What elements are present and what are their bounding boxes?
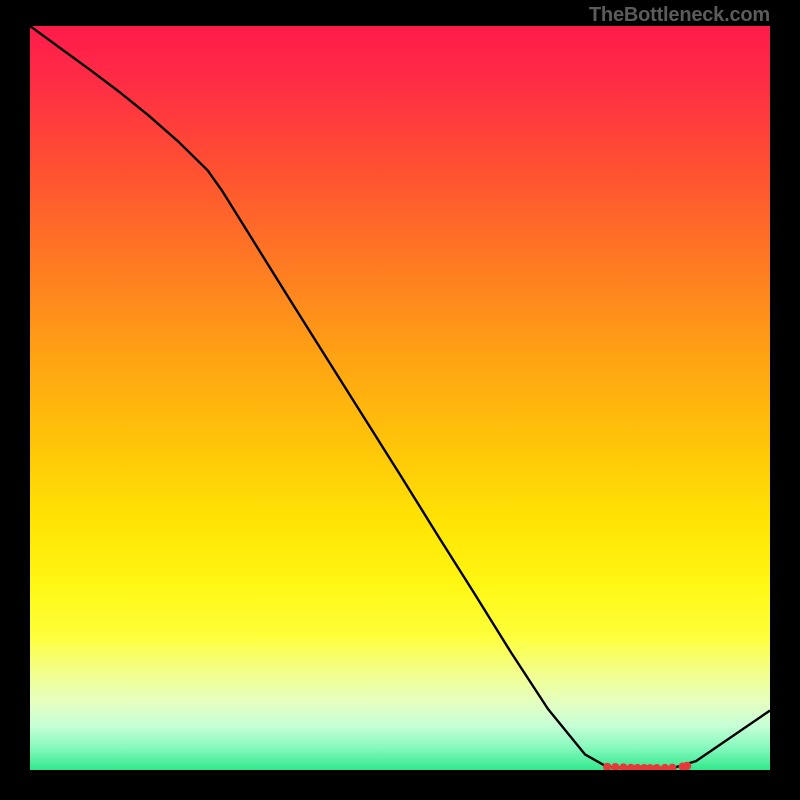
data-point: [653, 764, 661, 770]
watermark-label: TheBottleneck.com: [589, 4, 770, 27]
data-point: [619, 763, 627, 770]
data-point: [611, 763, 619, 770]
chart-frame: TheBottleneck.com: [0, 0, 800, 800]
data-point: [683, 762, 691, 770]
data-point: [603, 763, 611, 770]
data-point: [661, 764, 669, 770]
chart-overlay: [30, 26, 770, 770]
data-point: [668, 764, 676, 770]
curve-path: [30, 26, 770, 769]
line-series: [30, 26, 770, 769]
